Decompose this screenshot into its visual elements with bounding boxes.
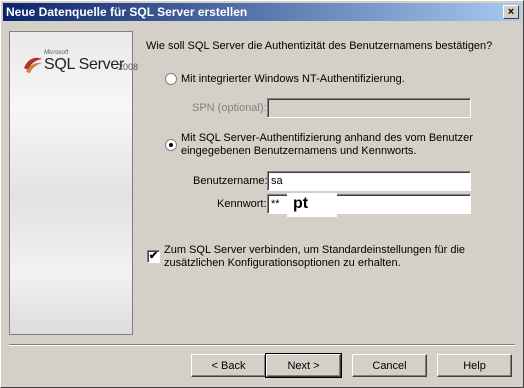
radio-windows-auth[interactable] — [165, 73, 177, 85]
logo-product-text: SQL Server — [44, 56, 124, 73]
spn-field[interactable] — [267, 98, 471, 118]
back-button[interactable]: < Back — [191, 354, 266, 377]
sql-server-logo-icon — [24, 57, 42, 73]
next-button[interactable]: Next > — [265, 353, 342, 378]
password-label: Kennwort: — [217, 198, 267, 210]
window-title: Neue Datenquelle für SQL Server erstelle… — [6, 5, 248, 19]
connect-label-line1[interactable]: Zum SQL Server verbinden, um Standardein… — [164, 244, 465, 256]
radio-sql-auth-label-line2[interactable]: eingegebenen Benutzernamens und Kennwort… — [181, 145, 416, 157]
help-button[interactable]: Help — [437, 354, 512, 377]
radio-selected-dot — [169, 143, 173, 147]
radio-sql-auth-label-line1[interactable]: Mit SQL Server-Authentifizierung anhand … — [181, 132, 473, 144]
connect-checkbox[interactable]: ✔ — [147, 250, 160, 263]
dialog-window: Neue Datenquelle für SQL Server erstelle… — [0, 0, 524, 388]
close-button[interactable]: × — [503, 5, 519, 19]
text-overlay: pt — [287, 193, 337, 217]
logo-version-text: 2008 — [118, 62, 139, 72]
spn-label: SPN (optional): — [192, 102, 267, 114]
cancel-button[interactable]: Cancel — [352, 354, 427, 377]
close-icon: × — [507, 6, 515, 18]
title-bar[interactable]: Neue Datenquelle für SQL Server erstelle… — [3, 3, 521, 21]
username-label: Benutzername: — [193, 175, 268, 187]
sidebar-banner: Microsoft SQL Server 2008 — [9, 31, 138, 335]
radio-sql-auth[interactable] — [165, 139, 177, 151]
auth-question: Wie soll SQL Server die Authentizität de… — [146, 40, 493, 52]
radio-windows-auth-label[interactable]: Mit integrierter Windows NT-Authentifizi… — [181, 73, 405, 85]
username-field[interactable]: sa — [267, 171, 471, 191]
footer-separator-highlight — [9, 345, 515, 346]
connect-label-line2[interactable]: zusätzlichen Konfigurationsoptionen zu e… — [164, 257, 401, 269]
